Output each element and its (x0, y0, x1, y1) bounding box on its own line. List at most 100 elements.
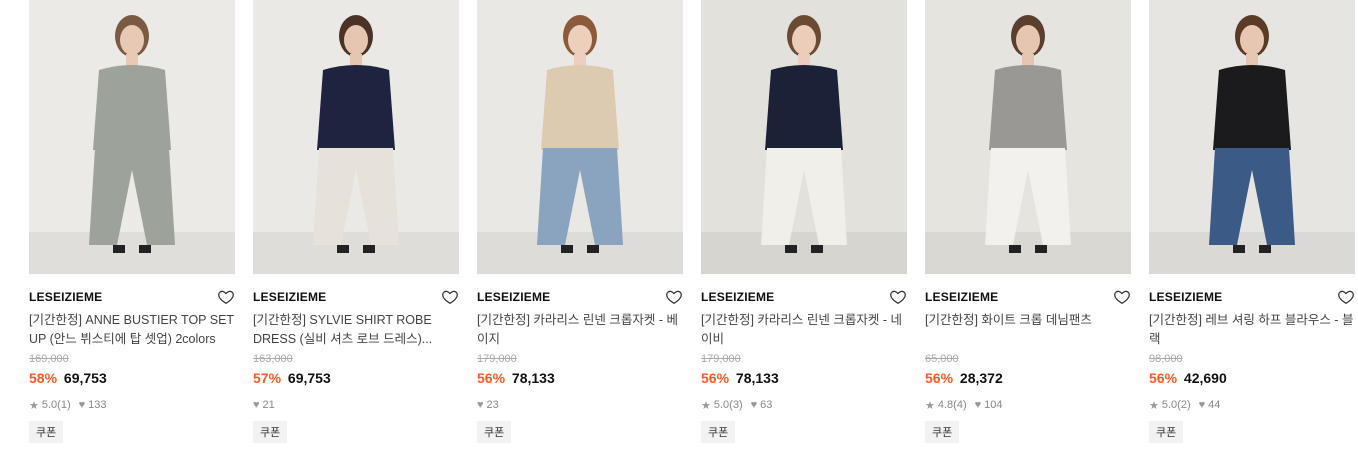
product-meta: ★ 5.0 (2) ♥ 44 (1149, 398, 1355, 412)
brand-name[interactable]: LESEIZIEME (477, 290, 550, 304)
discount-rate: 56% (1149, 370, 1178, 386)
brand-name[interactable]: LESEIZIEME (701, 290, 774, 304)
star-icon: ★ (701, 399, 711, 412)
original-price: 65,000 (925, 353, 959, 365)
price-row: 56% 78,133 (477, 370, 683, 388)
likes: ♥ 63 (751, 399, 773, 411)
discount-rate: 57% (253, 370, 282, 386)
product-photo-illustration (925, 0, 1131, 274)
heart-filled-icon: ♥ (253, 399, 260, 411)
coupon-badge: 쿠폰 (29, 421, 64, 443)
product-photo-illustration (701, 0, 907, 274)
product-image[interactable] (477, 0, 683, 274)
review-count: (2) (1177, 399, 1191, 411)
sale-price: 69,753 (287, 370, 331, 386)
product-meta: ★ 5.0 (3) ♥ 63 (701, 398, 907, 412)
rating-value: 5.0 (713, 399, 730, 411)
heart-filled-icon: ♥ (477, 399, 484, 411)
product-photo-illustration (477, 0, 683, 274)
review-count: (1) (57, 399, 71, 411)
brand-name[interactable]: LESEIZIEME (925, 290, 998, 304)
heart-filled-icon: ♥ (750, 399, 758, 411)
like-count: 104 (984, 399, 1003, 411)
original-price: 98,000 (1149, 353, 1183, 365)
review-count: (4) (953, 399, 967, 411)
product-image[interactable] (701, 0, 907, 274)
discount-rate: 58% (29, 370, 58, 386)
coupon-badge: 쿠폰 (1149, 421, 1184, 443)
heart-filled-icon: ♥ (78, 399, 86, 411)
coupon-badge: 쿠폰 (253, 421, 288, 443)
product-card[interactable]: LESEIZIEME [기간한정] 레브 셔링 하프 블라우스 - 블랙 98,… (1149, 0, 1355, 443)
wishlist-heart-icon[interactable] (441, 288, 459, 306)
price-row: 56% 28,372 (925, 370, 1131, 388)
like-count: 63 (760, 399, 773, 411)
product-image[interactable] (29, 0, 235, 274)
likes: ♥ 23 (477, 399, 499, 411)
price-row: 57% 69,753 (253, 370, 459, 388)
product-title[interactable]: [기간한정] 카라리스 린넨 크롭자켓 - 베이지 (477, 311, 683, 349)
star-icon: ★ (925, 399, 935, 412)
like-count: 23 (486, 399, 499, 411)
review-count: (3) (729, 399, 743, 411)
discount-rate: 56% (925, 370, 954, 386)
heart-filled-icon: ♥ (974, 399, 982, 411)
discount-rate: 56% (477, 370, 506, 386)
brand-name[interactable]: LESEIZIEME (29, 290, 102, 304)
rating: ★ 5.0 (2) (1149, 399, 1191, 412)
rating: ★ 4.8 (4) (925, 399, 967, 412)
discount-rate: 56% (701, 370, 730, 386)
product-image[interactable] (253, 0, 459, 274)
product-image[interactable] (925, 0, 1131, 274)
sale-price: 28,372 (959, 370, 1003, 386)
coupon-badge: 쿠폰 (925, 421, 960, 443)
product-meta: ♥ 21 (253, 398, 459, 412)
heart-filled-icon: ♥ (1198, 399, 1206, 411)
product-photo-illustration (29, 0, 235, 274)
product-photo-illustration (253, 0, 459, 274)
rating-value: 5.0 (41, 399, 58, 411)
likes: ♥ 104 (975, 399, 1003, 411)
product-title[interactable]: [기간한정] 레브 셔링 하프 블라우스 - 블랙 (1149, 311, 1355, 349)
rating: ★ 5.0 (3) (701, 399, 743, 412)
like-count: 133 (88, 399, 107, 411)
star-icon: ★ (29, 399, 39, 412)
product-title[interactable]: [기간한정] ANNE BUSTIER TOP SET UP (안느 뷔스티에 … (29, 311, 235, 349)
wishlist-heart-icon[interactable] (217, 288, 235, 306)
product-card[interactable]: LESEIZIEME [기간한정] 카라리스 린넨 크롭자켓 - 베이지 179… (477, 0, 683, 443)
product-card[interactable]: LESEIZIEME [기간한정] SYLVIE SHIRT ROBE DRES… (253, 0, 459, 443)
wishlist-heart-icon[interactable] (665, 288, 683, 306)
original-price: 179,000 (701, 353, 741, 365)
sale-price: 42,690 (1183, 370, 1227, 386)
likes: ♥ 21 (253, 399, 275, 411)
wishlist-heart-icon[interactable] (1113, 288, 1131, 306)
product-card[interactable]: LESEIZIEME [기간한정] 화이트 크롭 데님팬츠 65,000 56%… (925, 0, 1131, 443)
rating: ★ 5.0 (1) (29, 399, 71, 412)
price-row: 56% 42,690 (1149, 370, 1355, 388)
likes: ♥ 133 (79, 399, 107, 411)
sale-price: 69,753 (63, 370, 107, 386)
product-meta: ★ 4.8 (4) ♥ 104 (925, 398, 1131, 412)
product-grid: LESEIZIEME [기간한정] ANNE BUSTIER TOP SET U… (0, 0, 1358, 466)
product-meta: ★ 5.0 (1) ♥ 133 (29, 398, 235, 412)
product-title[interactable]: [기간한정] 화이트 크롭 데님팬츠 (925, 311, 1131, 349)
product-meta: ♥ 23 (477, 398, 683, 412)
wishlist-heart-icon[interactable] (889, 288, 907, 306)
like-count: 21 (262, 399, 275, 411)
rating-value: 5.0 (1161, 399, 1178, 411)
product-image[interactable] (1149, 0, 1355, 274)
product-card[interactable]: LESEIZIEME [기간한정] ANNE BUSTIER TOP SET U… (29, 0, 235, 443)
brand-name[interactable]: LESEIZIEME (253, 290, 326, 304)
product-title[interactable]: [기간한정] 카라리스 린넨 크롭자켓 - 네이비 (701, 311, 907, 349)
price-row: 58% 69,753 (29, 370, 235, 388)
product-card[interactable]: LESEIZIEME [기간한정] 카라리스 린넨 크롭자켓 - 네이비 179… (701, 0, 907, 443)
product-title[interactable]: [기간한정] SYLVIE SHIRT ROBE DRESS (실비 셔츠 로브… (253, 311, 459, 349)
likes: ♥ 44 (1199, 399, 1221, 411)
brand-name[interactable]: LESEIZIEME (1149, 290, 1222, 304)
original-price: 179,000 (477, 353, 517, 365)
wishlist-heart-icon[interactable] (1337, 288, 1355, 306)
rating-value: 4.8 (937, 399, 954, 411)
like-count: 44 (1208, 399, 1221, 411)
coupon-badge: 쿠폰 (477, 421, 512, 443)
sale-price: 78,133 (511, 370, 555, 386)
